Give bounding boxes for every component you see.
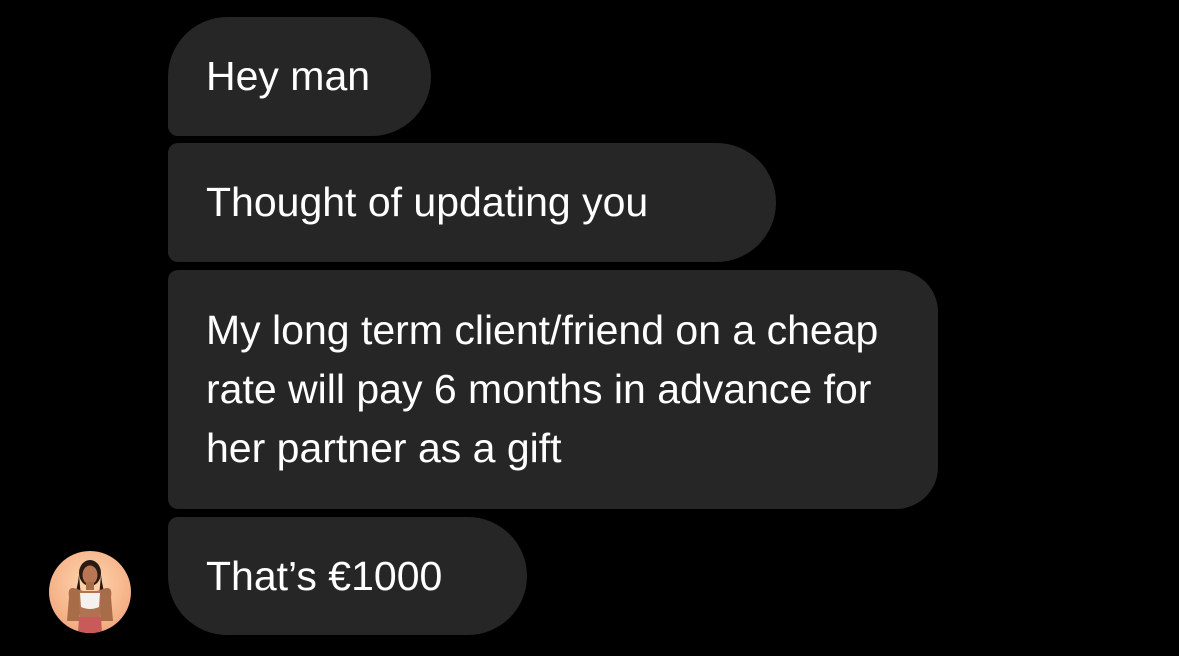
sender-avatar[interactable] (49, 551, 131, 633)
message-text: Thought of updating you (206, 179, 649, 225)
message-text: That’s €1000 (206, 552, 443, 599)
message-text: Hey man (206, 53, 371, 99)
message-bubble[interactable]: That’s €1000 (168, 517, 527, 635)
message-bubble[interactable]: My long term client/friend on a cheap ra… (168, 270, 938, 509)
message-bubble[interactable]: Hey man (168, 17, 431, 136)
message-thread: Hey man Thought of updating you My long … (0, 0, 1179, 656)
profile-photo-icon (67, 560, 113, 633)
message-text: My long term client/friend on a cheap ra… (206, 307, 879, 471)
message-bubble[interactable]: Thought of updating you (168, 143, 776, 262)
